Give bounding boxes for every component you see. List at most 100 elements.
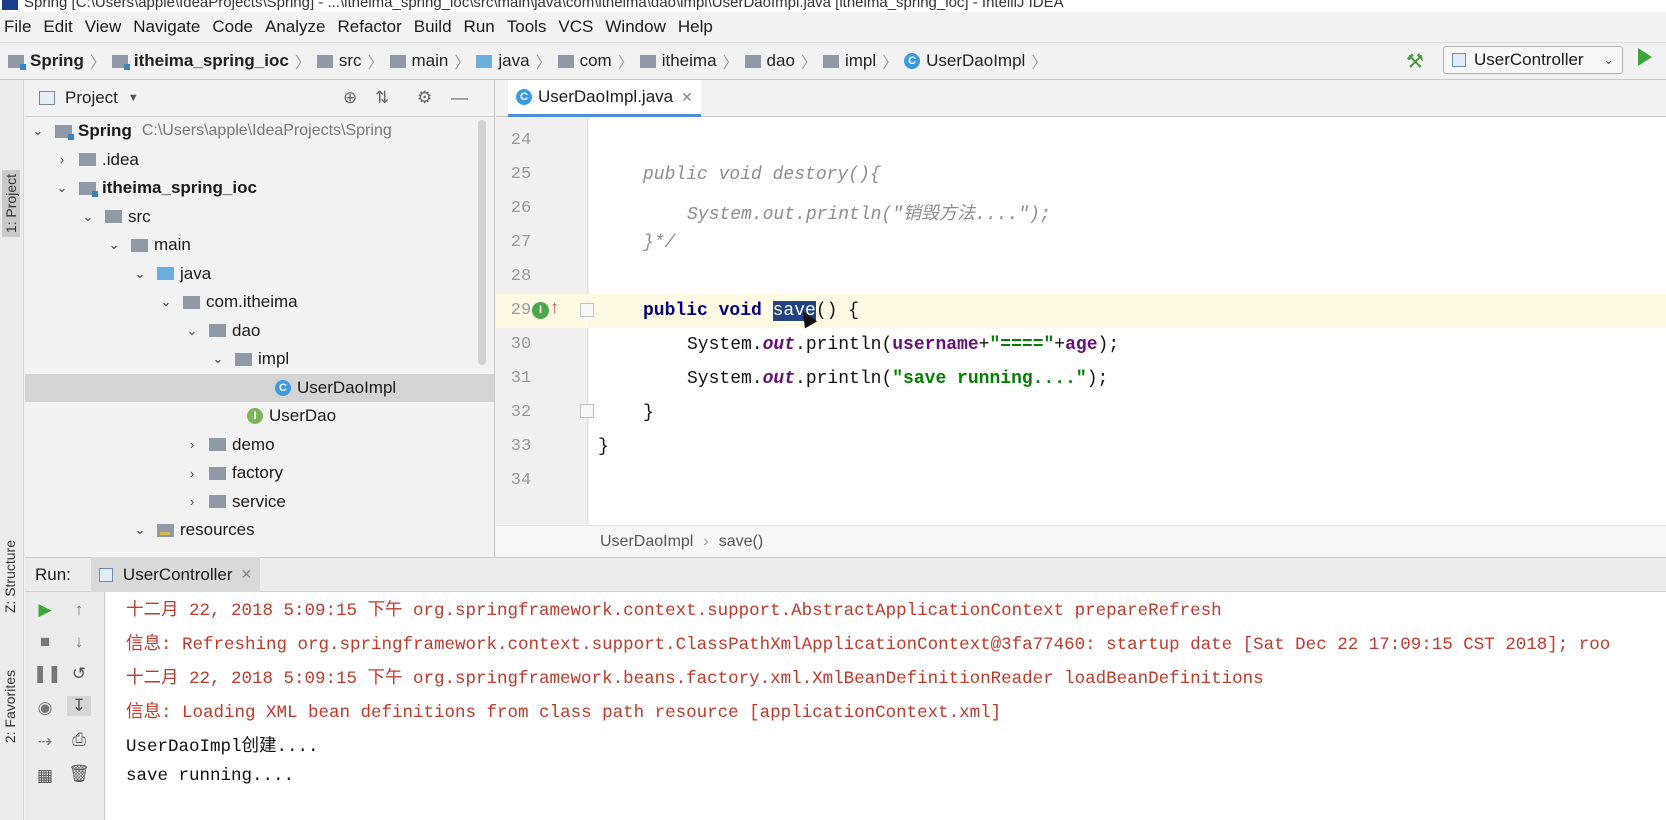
chevron-down-icon[interactable]: ⌄ — [55, 180, 69, 196]
tree-item-dao[interactable]: ⌄ dao — [25, 317, 494, 346]
chevron-right-icon: 〉 — [294, 55, 311, 72]
tree-item-com-itheima[interactable]: ⌄ com.itheima — [25, 288, 494, 317]
tree-item-main[interactable]: ⌄ main — [25, 231, 494, 260]
menu-view[interactable]: View — [79, 17, 128, 37]
menu-refactor[interactable]: Refactor — [331, 17, 407, 37]
window-title-bar: Spring [C:\Users\apple\IdeaProjects\Spri… — [0, 0, 1666, 12]
chevron-right-icon[interactable]: › — [185, 494, 199, 509]
tree-item-impl[interactable]: ⌄ impl — [25, 345, 494, 374]
tree-item-java[interactable]: ⌄ java — [25, 260, 494, 289]
fold-icon[interactable] — [580, 303, 594, 317]
line-number: 32 — [510, 403, 532, 422]
close-icon[interactable]: ✕ — [681, 89, 693, 106]
code-crumb-method[interactable]: save() — [719, 533, 763, 551]
run-configuration-select[interactable]: UserController ⌄ — [1443, 46, 1623, 74]
crumb-src[interactable]: src — [316, 51, 361, 71]
crumb-spring[interactable]: Spring — [8, 51, 84, 71]
code-line-29: public void save() { — [643, 301, 860, 321]
camera-icon[interactable]: ◉ — [33, 698, 57, 718]
tree-item-userdaoimpl[interactable]: C UserDaoImpl — [25, 373, 494, 402]
window-title: Spring [C:\Users\apple\IdeaProjects\Spri… — [24, 0, 1064, 11]
line-number: 25 — [510, 165, 532, 184]
arrow-up-icon: ↑ — [550, 297, 559, 317]
chevron-down-icon[interactable]: ⌄ — [107, 237, 121, 253]
menu-code[interactable]: Code — [206, 17, 259, 37]
run-tab-usercontroller[interactable]: UserController ✕ — [90, 557, 261, 592]
tree-item-spring[interactable]: ⌄ Spring C:\Users\apple\IdeaProjects\Spr… — [25, 117, 494, 146]
class-icon: C — [904, 53, 921, 69]
menu-help[interactable]: Help — [672, 17, 719, 37]
chevron-right-icon[interactable]: › — [185, 437, 199, 452]
chevron-down-icon[interactable]: ⌄ — [31, 123, 45, 139]
package-icon — [209, 324, 226, 338]
pause-icon[interactable]: ❚❚ — [33, 664, 62, 684]
menu-vcs[interactable]: VCS — [552, 17, 599, 37]
folder-icon — [316, 54, 333, 68]
tree-item-src[interactable]: ⌄ src — [25, 203, 494, 232]
chevron-right-icon: 〉 — [1031, 55, 1048, 72]
gear-icon[interactable]: ⚙ — [417, 88, 432, 108]
chevron-down-icon[interactable]: ⌄ — [133, 266, 147, 282]
layout-icon[interactable]: ▦ — [33, 766, 57, 786]
trash-icon[interactable]: 🗑 — [67, 764, 91, 784]
crumb-itheima-spring-ioc[interactable]: itheima_spring_ioc — [111, 51, 289, 71]
hammer-icon[interactable]: ⚒ — [1406, 49, 1428, 73]
scroll-to-end-icon[interactable]: ↧ — [67, 696, 91, 716]
hide-icon[interactable]: — — [451, 88, 468, 108]
menu-tools[interactable]: Tools — [501, 17, 553, 37]
code-crumb-class[interactable]: UserDaoImpl — [600, 533, 693, 551]
print-icon[interactable]: ⎙ — [67, 730, 91, 750]
arrow-down-icon[interactable]: ↓ — [67, 632, 91, 652]
crumb-com[interactable]: com — [557, 51, 612, 71]
arrow-up-icon[interactable]: ↑ — [67, 600, 91, 620]
tree-item-service[interactable]: › service — [25, 488, 494, 517]
tab-project[interactable]: 1: Project — [2, 170, 20, 238]
code-line-33: } — [598, 437, 609, 457]
chevron-down-icon[interactable]: ▼ — [128, 92, 139, 104]
locate-icon[interactable]: ⊕ — [343, 88, 357, 108]
chevron-down-icon[interactable]: ⌄ — [211, 351, 225, 367]
editor-tab-bar: C UserDaoImpl.java ✕ — [496, 80, 1666, 117]
tree-item-factory[interactable]: › factory — [25, 459, 494, 488]
soft-wrap-icon[interactable]: ↺ — [67, 664, 91, 684]
tab-userdaoimpl-java[interactable]: C UserDaoImpl.java ✕ — [508, 80, 701, 117]
source-folder-icon — [157, 267, 174, 281]
menu-edit[interactable]: Edit — [37, 17, 78, 37]
tree-item-itheima-spring-ioc[interactable]: ⌄ itheima_spring_ioc — [25, 174, 494, 203]
chevron-down-icon[interactable]: ⌄ — [133, 522, 147, 538]
rerun-icon[interactable]: ▶ — [33, 600, 57, 620]
crumb-impl[interactable]: impl — [822, 51, 876, 71]
menu-window[interactable]: Window — [599, 17, 671, 37]
crumb-main[interactable]: main — [389, 51, 448, 71]
tree-item-resources[interactable]: ⌄ resources — [25, 516, 494, 545]
chevron-down-icon[interactable]: ⌄ — [185, 323, 199, 339]
crumb-itheima[interactable]: itheima — [639, 51, 717, 71]
tree-item-demo[interactable]: › demo — [25, 431, 494, 460]
project-scrollbar[interactable] — [478, 120, 486, 365]
tree-item-userdao[interactable]: I UserDao — [25, 402, 494, 431]
collapse-all-icon[interactable]: ⇅ — [375, 88, 389, 108]
chevron-right-icon[interactable]: › — [185, 466, 199, 481]
run-button[interactable] — [1638, 48, 1652, 66]
crumb-dao[interactable]: dao — [744, 51, 795, 71]
chevron-down-icon[interactable]: ⌄ — [81, 209, 95, 225]
tab-favorites[interactable]: 2: Favorites — [2, 670, 18, 743]
package-icon — [744, 54, 761, 68]
menu-file[interactable]: File — [0, 17, 37, 37]
tree-item-idea[interactable]: › .idea — [25, 146, 494, 175]
menu-analyze[interactable]: Analyze — [259, 17, 331, 37]
project-panel-title[interactable]: Project — [65, 88, 118, 108]
menu-build[interactable]: Build — [408, 17, 458, 37]
crumb-java[interactable]: java — [476, 51, 530, 71]
chevron-right-icon[interactable]: › — [55, 152, 69, 167]
crumb-userdaoimpl[interactable]: C UserDaoImpl — [904, 51, 1025, 71]
implements-icon[interactable]: I — [532, 302, 549, 319]
tab-structure[interactable]: Z: Structure — [2, 540, 18, 613]
stop-icon[interactable]: ■ — [33, 632, 57, 652]
fold-icon[interactable] — [580, 404, 594, 418]
menu-run[interactable]: Run — [458, 17, 501, 37]
exit-icon[interactable]: ⇢ — [33, 732, 57, 752]
close-icon[interactable]: ✕ — [241, 566, 253, 583]
chevron-down-icon[interactable]: ⌄ — [159, 294, 173, 310]
menu-navigate[interactable]: Navigate — [127, 17, 206, 37]
